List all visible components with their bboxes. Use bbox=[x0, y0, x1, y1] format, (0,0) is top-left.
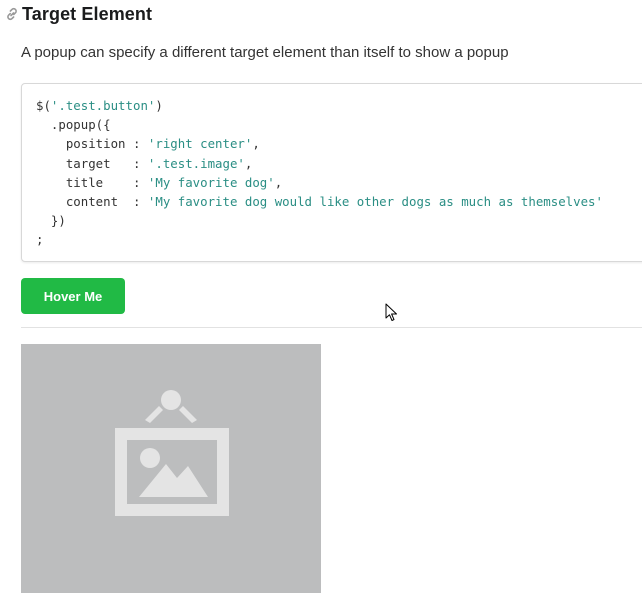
section-description: A popup can specify a different target e… bbox=[21, 44, 509, 61]
code-token: }) bbox=[36, 213, 66, 229]
section-heading: Target Element bbox=[4, 2, 152, 26]
link-icon[interactable] bbox=[4, 6, 20, 22]
hover-me-button[interactable]: Hover Me bbox=[21, 278, 125, 314]
image-placeholder-icon bbox=[115, 390, 229, 516]
code-token: title : bbox=[36, 174, 148, 190]
code-token: target : bbox=[36, 155, 148, 171]
code-token: $( bbox=[36, 98, 51, 113]
code-token: , bbox=[252, 136, 260, 152]
code-string: '.test.button' bbox=[50, 98, 156, 113]
mouse-cursor-icon bbox=[385, 303, 399, 323]
heading-title: Target Element bbox=[22, 3, 153, 24]
code-token: ; bbox=[36, 232, 44, 248]
code-example: $('.test.button') .popup({ position : 'r… bbox=[21, 83, 642, 262]
code-token: , bbox=[274, 174, 283, 190]
code-string: 'right center' bbox=[147, 136, 253, 152]
code-string: 'My favorite dog would like other dogs a… bbox=[147, 194, 603, 210]
code-token: ) bbox=[155, 98, 163, 113]
code-token: content : bbox=[36, 194, 148, 210]
code-token: position : bbox=[36, 136, 148, 152]
code-token: .popup({ bbox=[36, 117, 111, 133]
divider bbox=[21, 327, 642, 328]
test-image[interactable] bbox=[21, 344, 321, 593]
code-string: '.test.image' bbox=[147, 155, 245, 171]
code-token: , bbox=[244, 155, 253, 171]
code-block: $('.test.button') .popup({ position : 'r… bbox=[36, 96, 642, 250]
code-string: 'My favorite dog' bbox=[147, 174, 275, 190]
